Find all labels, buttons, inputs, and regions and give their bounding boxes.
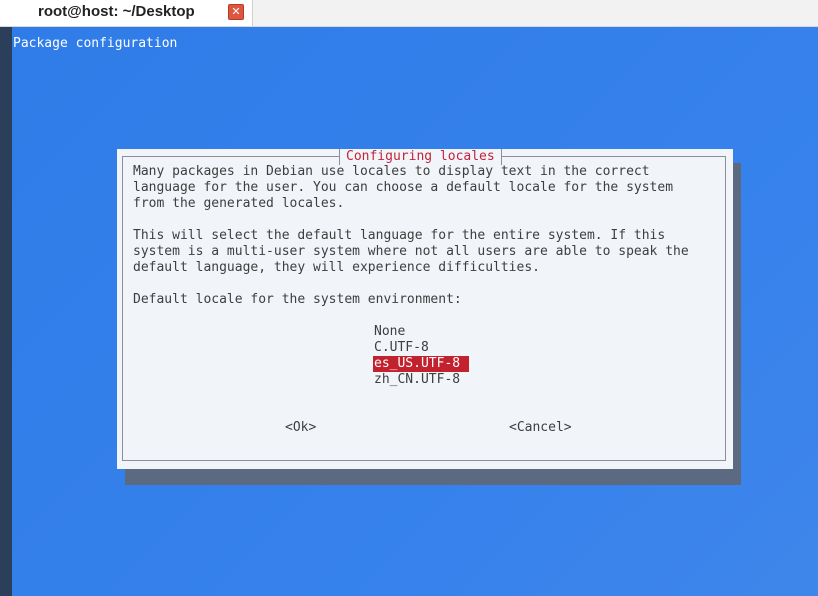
description-line: Many packages in Debian use locales to d…	[133, 164, 650, 179]
description-line: language for the user. You can choose a …	[133, 180, 674, 195]
terminal-left-edge	[0, 27, 12, 596]
terminal-tab[interactable]: root@host: ~/Desktop ✕	[0, 0, 253, 26]
description-line: default language, they will experience d…	[133, 260, 540, 275]
locale-option-none[interactable]: None	[373, 324, 406, 340]
description-line: from the generated locales.	[133, 196, 345, 211]
tab-bar: root@host: ~/Desktop ✕	[0, 0, 818, 27]
cancel-button[interactable]: <Cancel>	[509, 420, 572, 436]
tab-title: root@host: ~/Desktop	[38, 3, 195, 20]
locale-option-es-us-utf8[interactable]: es_US.UTF-8	[373, 356, 469, 372]
locale-prompt: Default locale for the system environmen…	[133, 292, 462, 307]
locale-option-c-utf8[interactable]: C.UTF-8	[373, 340, 430, 356]
close-icon[interactable]: ✕	[228, 4, 244, 20]
package-configuration-header: Package configuration	[13, 36, 178, 51]
ok-button[interactable]: <Ok>	[285, 420, 316, 436]
description-line: This will select the default language fo…	[133, 228, 666, 243]
description-line: system is a multi-user system where not …	[133, 244, 689, 259]
dialog-title: Configuring locales	[339, 149, 502, 165]
configuring-locales-dialog: Configuring locales Many packages in Deb…	[117, 149, 733, 469]
locale-option-zh-cn-utf8[interactable]: zh_CN.UTF-8	[373, 372, 461, 388]
